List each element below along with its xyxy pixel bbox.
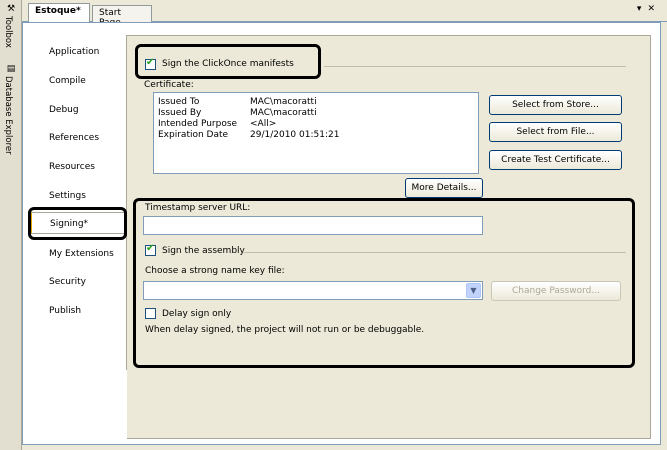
database-icon: ▤ — [6, 64, 16, 74]
clickonce-highlight — [135, 44, 321, 79]
cert-key: Issued By — [158, 108, 202, 118]
create-test-certificate-button[interactable]: Create Test Certificate... — [489, 150, 622, 170]
certificate-details-box: Issued To MAC\macoratti Issued By MAC\ma… — [153, 92, 479, 174]
nav-label: Security — [49, 277, 86, 287]
nav-item-resources[interactable]: Resources — [49, 156, 125, 178]
nav-item-debug[interactable]: Debug — [49, 99, 125, 121]
cert-key: Issued To — [158, 97, 200, 107]
nav-label: Application — [49, 47, 100, 57]
tab-estoque[interactable]: Estoque* — [28, 3, 90, 22]
nav-item-settings[interactable]: Settings — [49, 185, 125, 207]
nav-label: References — [49, 133, 100, 143]
nav-item-references[interactable]: References — [49, 127, 125, 149]
toolbox-label: Toolbox — [3, 16, 13, 48]
nav-label: Resources — [49, 162, 95, 172]
strong-name-highlight — [133, 198, 635, 368]
nav-item-security[interactable]: Security — [49, 271, 125, 293]
tab-bar-controls: ▾✕ — [637, 4, 661, 14]
tab-estoque-label: Estoque* — [35, 6, 81, 16]
dropdown-arrow-icon[interactable]: ▾ — [637, 4, 648, 14]
database-explorer-label: Database Explorer — [3, 76, 13, 155]
database-explorer-tab[interactable]: ▤ Database Explorer — [3, 64, 19, 174]
nav-label: Compile — [49, 76, 86, 86]
section-divider — [324, 66, 626, 67]
nav-label: Settings — [49, 191, 86, 201]
cert-value: MAC\macoratti — [250, 108, 317, 118]
close-icon[interactable]: ✕ — [647, 4, 661, 14]
select-from-file-button[interactable]: Select from File... — [489, 122, 622, 142]
toolbox-side-strip: ⚒ Toolbox ▤ Database Explorer — [0, 0, 22, 450]
cert-key: Expiration Date — [158, 130, 229, 140]
tab-start-page[interactable]: Start Page — [92, 5, 152, 28]
nav-item-compile[interactable]: Compile — [49, 70, 125, 92]
nav-label: Publish — [49, 306, 82, 316]
document-tab-bar: Estoque* Start Page ▾✕ — [22, 0, 667, 28]
toolbox-tab[interactable]: ⚒ Toolbox — [3, 4, 19, 60]
cert-value: 29/1/2010 01:51:21 — [250, 130, 340, 140]
certificate-label: Certificate: — [144, 80, 194, 90]
cert-value: <All> — [250, 119, 277, 129]
more-details-button[interactable]: More Details... — [405, 178, 483, 198]
signing-nav-highlight — [28, 207, 127, 240]
nav-item-publish[interactable]: Publish — [49, 300, 125, 322]
nav-label: Debug — [49, 105, 79, 115]
cert-value: MAC\macoratti — [250, 97, 317, 107]
nav-item-my-extensions[interactable]: My Extensions — [49, 243, 125, 265]
toolbox-icon: ⚒ — [6, 4, 16, 14]
select-from-store-button[interactable]: Select from Store... — [489, 95, 622, 115]
nav-label: My Extensions — [49, 249, 114, 259]
cert-key: Intended Purpose — [158, 119, 238, 129]
nav-item-application[interactable]: Application — [49, 41, 125, 63]
